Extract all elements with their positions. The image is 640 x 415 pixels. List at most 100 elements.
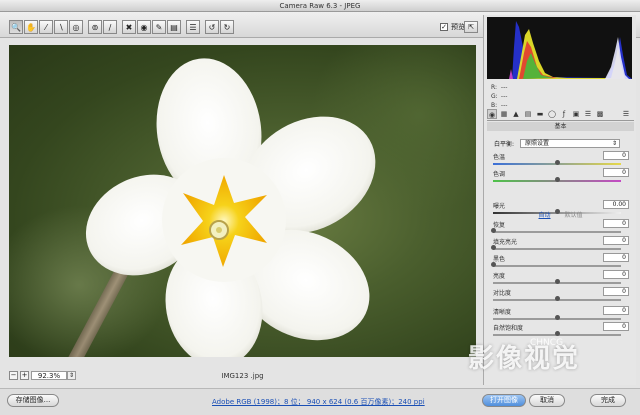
r-label: R: [491, 84, 498, 91]
hand-tool-icon[interactable]: ✋ [24, 20, 38, 34]
slider-label: 曝光 [493, 203, 506, 210]
white-balance-select[interactable]: 原照设置 ⇕ [520, 139, 621, 148]
slider-4[interactable]: 填充亮光 0 [491, 236, 631, 253]
bottom-bar: 存储图像... Adobe RGB (1998)；8 位； 940 x 624 … [0, 388, 640, 415]
slider-thumb[interactable] [491, 262, 496, 267]
rgb-readout: R: --- G: --- B: --- [491, 83, 509, 110]
hsl-tab-icon[interactable]: ▤ [523, 109, 533, 119]
slider-label: 色温 [493, 154, 506, 161]
slider-7[interactable]: 对比度 0 [493, 287, 631, 304]
auto-default-row: 自动 默认值 [487, 210, 634, 219]
cancel-button[interactable]: 取消 [529, 394, 565, 407]
preview-label: 预览 [451, 23, 465, 31]
adjustment-brush-tool-icon[interactable]: ✎ [152, 20, 166, 34]
slider-thumb[interactable] [491, 228, 496, 233]
color-sampler-tool-icon[interactable]: ∖ [54, 20, 68, 34]
zoom-bar: − + 92.3% ⇕ IMG123 .jpg [9, 371, 476, 383]
watermark: 影像视觉 [468, 344, 581, 374]
rotate-cw-icon[interactable]: ↻ [220, 20, 234, 34]
snapshots-tab-icon[interactable]: ▩ [595, 109, 605, 119]
detail-tab-icon[interactable]: ▲ [511, 109, 521, 119]
effects-tab-icon[interactable]: ƒ [559, 109, 569, 119]
slider-value-field[interactable]: 0 [603, 306, 629, 315]
slider-0[interactable]: 色温 0 [493, 151, 631, 168]
tool-group: 🔍 ✋ ⁄ ∖ ◎ ⊚ ∕ ✖ ◉ ✎ ▤ ☰ ↺ ↻ [9, 20, 235, 34]
camera-raw-window: Camera Raw 6.3 - JPEG 🔍 ✋ ⁄ ∖ ◎ ⊚ ∕ ✖ ◉ … [0, 0, 640, 415]
slider-track[interactable] [493, 231, 621, 233]
slider-thumb[interactable] [555, 279, 560, 284]
histogram [487, 17, 632, 79]
slider-thumb[interactable] [555, 331, 560, 336]
slider-value-field[interactable]: 0 [603, 151, 629, 160]
slider-thumb[interactable] [555, 296, 560, 301]
slider-label: 自然饱和度 [493, 325, 524, 332]
slider-9[interactable]: 自然饱和度 0 [493, 322, 631, 339]
g-label: G: [491, 93, 498, 100]
lens-tab-icon[interactable]: ◯ [547, 109, 557, 119]
slider-thumb[interactable] [555, 177, 560, 182]
white-balance-value: 原照设置 [525, 140, 550, 147]
graduated-filter-tool-icon[interactable]: ▤ [167, 20, 181, 34]
slider-label: 填充亮光 [493, 239, 518, 246]
g-value: --- [500, 93, 508, 100]
straighten-tool-icon[interactable]: ∕ [103, 20, 117, 34]
zoom-tool-icon[interactable]: 🔍 [9, 20, 23, 34]
default-link[interactable]: 默认值 [564, 212, 582, 219]
slider-label: 色调 [493, 171, 506, 178]
slider-5[interactable]: 黑色 0 [491, 253, 631, 270]
histogram-graph [509, 21, 632, 79]
r-value: --- [500, 84, 508, 91]
done-button[interactable]: 完成 [590, 394, 626, 407]
target-adjust-tool-icon[interactable]: ◎ [69, 20, 83, 34]
section-title: 基本 [487, 122, 634, 131]
window-title: Camera Raw 6.3 - JPEG [0, 0, 640, 12]
slider-3[interactable]: 恢复 0 [491, 219, 631, 236]
spot-removal-tool-icon[interactable]: ✖ [122, 20, 136, 34]
watermark-latin: CHNCG [530, 338, 564, 348]
image-preview[interactable] [9, 45, 476, 357]
presets-tab-icon[interactable]: ☰ [583, 109, 593, 119]
slider-8[interactable]: 清晰度 0 [493, 306, 631, 323]
preview-toggle[interactable]: ✓ 预览 [440, 22, 465, 32]
preview-checkbox[interactable]: ✓ [440, 23, 448, 31]
fullscreen-icon[interactable]: ⇱ [464, 21, 478, 33]
slider-value-field[interactable]: 0 [603, 270, 629, 279]
slider-value-field[interactable]: 0 [603, 322, 629, 331]
red-eye-tool-icon[interactable]: ◉ [137, 20, 151, 34]
slider-value-field[interactable]: 0.00 [603, 200, 629, 209]
slider-track[interactable] [493, 248, 621, 250]
white-balance-label: 白平衡: [494, 141, 515, 148]
camera-calibration-tab-icon[interactable]: ▣ [571, 109, 581, 119]
slider-value-field[interactable]: 0 [603, 253, 629, 262]
save-image-button[interactable]: 存储图像... [7, 394, 59, 407]
tone-curve-tab-icon[interactable]: ▦ [499, 109, 509, 119]
slider-value-field[interactable]: 0 [603, 219, 629, 228]
slider-value-field[interactable]: 0 [603, 236, 629, 245]
slider-label: 对比度 [493, 290, 512, 297]
open-image-button[interactable]: 打开图像 [482, 394, 526, 407]
image-filename: IMG123 .jpg [221, 372, 264, 380]
slider-label: 清晰度 [493, 309, 512, 316]
slider-1[interactable]: 色调 0 [493, 168, 631, 185]
workflow-options-link[interactable]: Adobe RGB (1998)；8 位； 940 x 624 (0.6 百万像… [212, 397, 425, 407]
slider-thumb[interactable] [555, 160, 560, 165]
crop-tool-icon[interactable]: ⊚ [88, 20, 102, 34]
slider-value-field[interactable]: 0 [603, 287, 629, 296]
white-balance-tool-icon[interactable]: ⁄ [39, 20, 53, 34]
auto-link[interactable]: 自动 [539, 212, 551, 219]
panel-menu-icon[interactable]: ☰ [621, 109, 631, 119]
rotate-ccw-icon[interactable]: ↺ [205, 20, 219, 34]
panel-tabs: ◉ ▦ ▲ ▤ ▬ ◯ ƒ ▣ ☰ ▩ ☰ [487, 109, 634, 121]
basic-tab-icon[interactable]: ◉ [487, 109, 497, 119]
slider-6[interactable]: 亮度 0 [493, 270, 631, 287]
dropdown-arrow-icon: ⇕ [612, 140, 618, 147]
white-balance-row: 白平衡: 原照设置 ⇕ [494, 139, 621, 148]
preferences-icon[interactable]: ☰ [186, 20, 200, 34]
slider-value-field[interactable]: 0 [603, 168, 629, 177]
slider-label: 亮度 [493, 273, 506, 280]
slider-track[interactable] [493, 265, 621, 267]
slider-thumb[interactable] [491, 245, 496, 250]
split-toning-tab-icon[interactable]: ▬ [535, 109, 545, 119]
flower-photo [85, 58, 376, 357]
slider-thumb[interactable] [555, 315, 560, 320]
